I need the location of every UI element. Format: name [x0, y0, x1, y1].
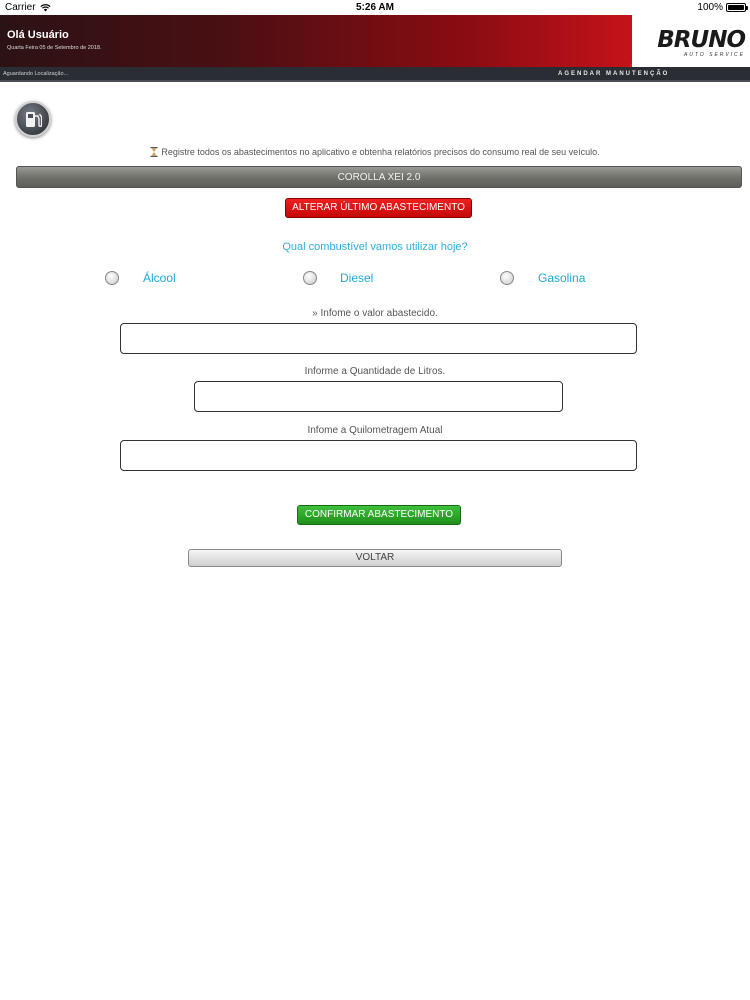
fuel-pump-icon: [26, 112, 42, 127]
radio-gasolina[interactable]: [500, 271, 514, 285]
info-message: Registre todos os abastecimentos no apli…: [0, 147, 750, 157]
info-text: Registre todos os abastecimentos no apli…: [161, 147, 600, 157]
radio-diesel[interactable]: [303, 271, 317, 285]
clock: 5:26 AM: [356, 2, 394, 13]
app-header: Olá Usuário Quarta Feira 05 de Setembro …: [0, 15, 750, 67]
location-status: Aguardando Localização...: [3, 71, 69, 77]
fuel-option-gasolina[interactable]: [500, 270, 514, 286]
value-input[interactable]: [120, 323, 637, 354]
fuel-question: Qual combustível vamos utilizar hoje?: [282, 241, 468, 253]
fuel-pump-button[interactable]: [15, 101, 51, 137]
greeting: Olá Usuário: [7, 29, 69, 41]
hourglass-icon: [150, 147, 158, 157]
fuel-option-diesel[interactable]: [303, 270, 317, 286]
confirm-refuel-button[interactable]: CONFIRMAR ABASTECIMENTO: [297, 505, 461, 525]
current-date: Quarta Feira 05 de Setembro de 2018.: [7, 45, 102, 51]
radio-alcool[interactable]: [105, 271, 119, 285]
value-label: » Infome o valor abastecido.: [312, 308, 438, 319]
liters-input[interactable]: [194, 381, 563, 412]
battery-info: 100%: [697, 2, 748, 13]
fuel-option-alcool[interactable]: [105, 270, 119, 286]
sub-navbar: Aguardando Localização... AGENDAR MANUTE…: [0, 67, 750, 82]
battery-icon: [726, 3, 748, 12]
logo-subtitle: AUTO SERVICE: [683, 52, 745, 58]
back-button[interactable]: VOLTAR: [188, 549, 562, 567]
logo-text: BRUNO: [657, 27, 746, 53]
battery-percent: 100%: [697, 2, 723, 13]
vehicle-selector[interactable]: COROLLA XEI 2.0: [16, 166, 742, 188]
fuel-option-label[interactable]: Gasolina: [538, 271, 585, 285]
logo: BRUNO AUTO SERVICE: [632, 15, 750, 67]
status-bar: Carrier 5:26 AM 100%: [0, 0, 750, 15]
liters-label: Informe a Quantidade de Litros.: [304, 366, 446, 377]
fuel-option-label[interactable]: Álcool: [143, 271, 176, 285]
schedule-maintenance-link[interactable]: AGENDAR MANUTENÇÃO: [558, 71, 669, 77]
fuel-option-label[interactable]: Diesel: [340, 271, 373, 285]
alter-last-refuel-button[interactable]: ALTERAR ÚLTIMO ABASTECIMENTO: [285, 198, 472, 218]
km-input[interactable]: [120, 440, 637, 471]
km-label: Infome a Quilometragem Atual: [307, 425, 443, 436]
